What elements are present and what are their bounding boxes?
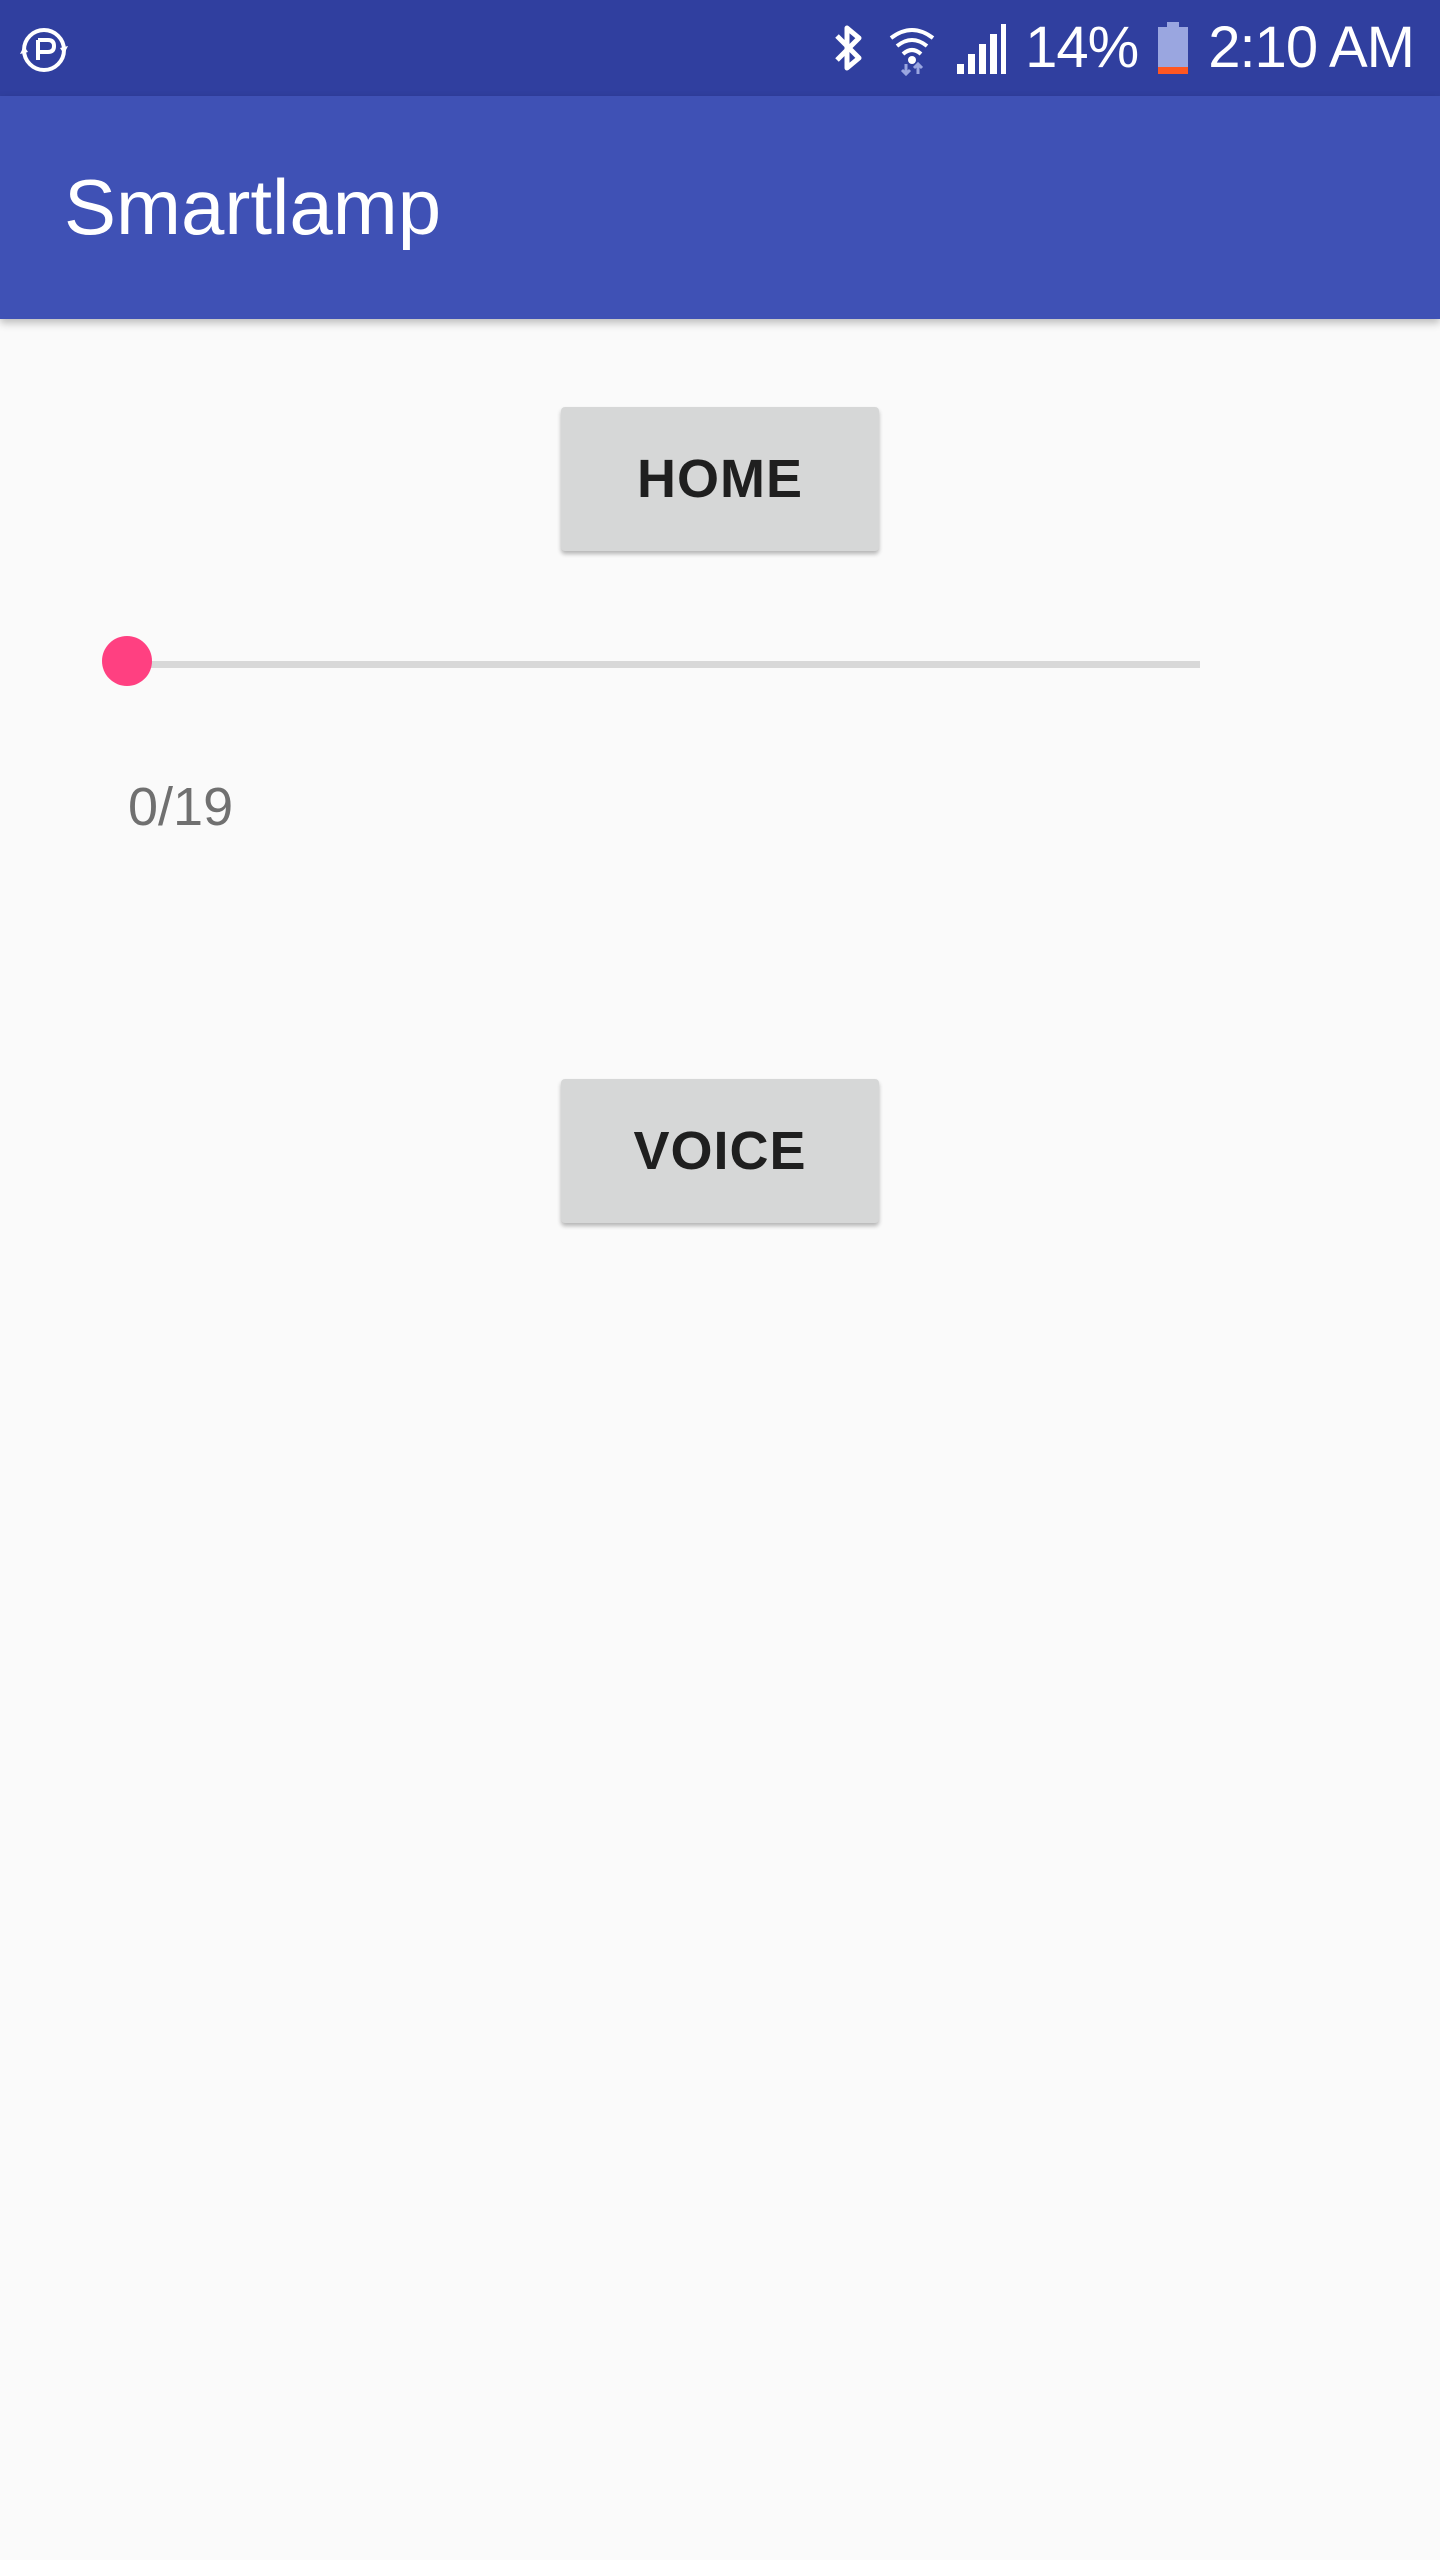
status-icons: 14% 2:10 AM	[829, 0, 1415, 96]
slider-track[interactable]	[128, 661, 1200, 668]
sync-icon	[20, 28, 68, 72]
signal-icon	[957, 24, 1007, 74]
slider-thumb[interactable]	[102, 636, 152, 686]
app-title: Smartlamp	[64, 163, 442, 251]
home-button[interactable]: HOME	[561, 407, 879, 551]
battery-icon	[1158, 22, 1189, 74]
battery-percent: 14%	[1025, 15, 1139, 80]
app-bar: Smartlamp	[0, 96, 1440, 319]
clock: 2:10 AM	[1208, 15, 1415, 80]
status-bar: 14% 2:10 AM	[0, 0, 1440, 96]
bluetooth-icon	[835, 25, 862, 71]
slider-value-label: 0/19	[128, 777, 234, 837]
wifi-icon	[889, 28, 935, 76]
voice-button[interactable]: VOICE	[561, 1079, 879, 1223]
brightness-slider[interactable]	[102, 636, 1200, 692]
